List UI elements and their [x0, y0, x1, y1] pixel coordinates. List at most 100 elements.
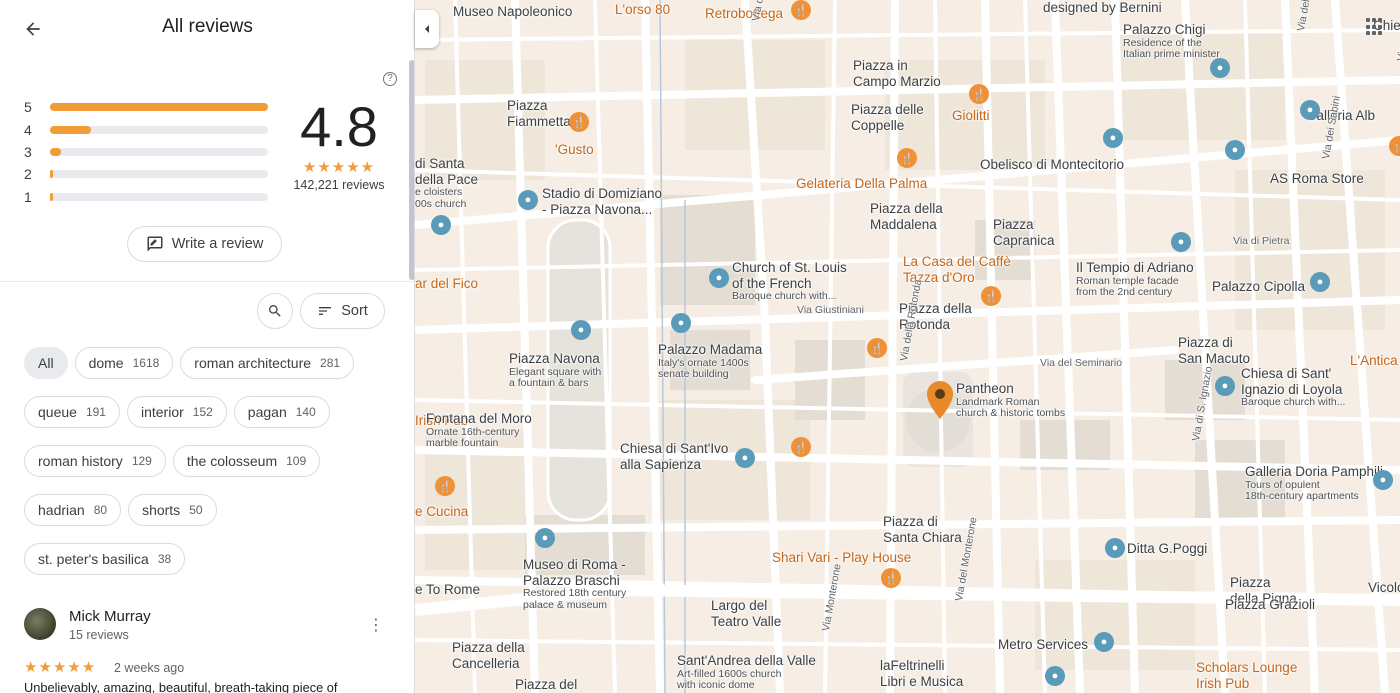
rating-row-3[interactable]: 3 [24, 141, 274, 163]
map-place-label[interactable]: ar del Fico [415, 276, 478, 292]
map-place-label[interactable]: Obelisco di Montecitorio [980, 157, 1124, 173]
restaurant-pin-icon[interactable]: 🍴 [881, 568, 901, 588]
map-place-label[interactable]: Church of St. Louis of the French Baroque … [732, 260, 847, 303]
topic-chip[interactable]: All [24, 347, 68, 379]
landmark-pin-icon[interactable]: ● [1094, 632, 1114, 652]
review-author[interactable]: Mick Murray [69, 608, 151, 625]
landmark-pin-icon[interactable]: ● [671, 313, 691, 333]
restaurant-pin-icon[interactable]: 🍴 [981, 286, 1001, 306]
apps-grid-icon[interactable] [1366, 18, 1384, 36]
more-options-icon[interactable]: ⋮ [366, 616, 386, 636]
map-place-label[interactable]: designed by Bernini [1043, 0, 1162, 16]
map-place-label[interactable]: Gelateria Della Palma [796, 176, 927, 192]
search-reviews-button[interactable] [257, 293, 293, 329]
landmark-pin-icon[interactable]: ● [518, 190, 538, 210]
restaurant-pin-icon[interactable]: 🍴 [969, 84, 989, 104]
map-place-label[interactable]: Piazza del [515, 677, 577, 693]
topic-chip[interactable]: pagan 140 [233, 396, 330, 428]
topic-chip[interactable]: st. peter's basilica 38 [24, 543, 186, 575]
map-place-label[interactable]: Shari Vari - Play House [772, 550, 911, 566]
map-place-label[interactable]: Palazzo Madama Italy's ornate 1400s senate… [658, 342, 762, 381]
map-place-label[interactable]: Palazzo Cipolla [1212, 279, 1305, 295]
landmark-pin-icon[interactable]: ● [1300, 100, 1320, 120]
map-place-label[interactable]: L'orso 80 [615, 2, 670, 18]
map-place-label[interactable]: Piazza della Maddalena [870, 201, 943, 232]
restaurant-pin-icon[interactable]: 🍴 [791, 437, 811, 457]
topic-chip[interactable]: hadrian 80 [24, 494, 122, 526]
map-place-label[interactable]: Largo del Teatro Valle [711, 598, 781, 629]
landmark-pin-icon[interactable]: ● [1373, 470, 1393, 490]
landmark-pin-icon[interactable]: ● [535, 528, 555, 548]
map-place-label[interactable]: Piazza Navona Elegant square with a founta… [509, 351, 601, 390]
map-place-label[interactable]: Retrobottega [705, 6, 783, 22]
write-review-button[interactable]: Write a review [127, 226, 282, 262]
map-place-label[interactable]: Via Giustiniani [797, 304, 864, 316]
landmark-pin-icon[interactable]: ● [431, 215, 451, 235]
landmark-pin-icon[interactable]: ● [1171, 232, 1191, 252]
map-place-label[interactable]: Giolitti [952, 108, 990, 124]
map-canvas[interactable]: Museo Napoleonico L'orso 80 Retrobottega de… [415, 0, 1400, 693]
rating-count[interactable]: 142,221 reviews [290, 178, 388, 192]
rating-row-5[interactable]: 5 [24, 96, 274, 118]
map-place-label[interactable]: Galleria Doria Pamphilj Tours of opulent 1… [1245, 464, 1383, 503]
map-place-label[interactable]: Scholars Lounge Irish Pub [1196, 660, 1297, 691]
map-place-label[interactable]: Il Tempio di Adriano Roman temple facade f… [1076, 260, 1194, 299]
landmark-pin-icon[interactable]: ● [735, 448, 755, 468]
map-place-label[interactable]: Pantheon Landmark Roman church & historic … [956, 381, 1065, 420]
sort-button[interactable]: Sort [300, 293, 385, 329]
map-place-label[interactable]: Stadio di Domiziano - Piazza Navona... [542, 186, 662, 217]
landmark-pin-icon[interactable]: ● [1215, 376, 1235, 396]
map-place-label[interactable]: e Cucina [415, 504, 468, 520]
landmark-pin-icon[interactable]: ● [1310, 272, 1330, 292]
topic-chip[interactable]: dome 1618 [74, 347, 174, 379]
map-place-label[interactable]: L'Antica [1350, 353, 1398, 369]
map-place-label[interactable]: Ditta G.Poggi [1127, 541, 1207, 557]
topic-chip[interactable]: roman history 129 [24, 445, 166, 477]
map-place-label[interactable]: Metro Services [998, 637, 1088, 653]
rating-row-2[interactable]: 2 [24, 163, 274, 185]
help-icon[interactable]: ? [383, 72, 397, 86]
map-place-label[interactable]: Piazza Grazioli [1225, 597, 1315, 613]
map-place-label[interactable]: 'Gusto [555, 142, 594, 158]
rating-row-1[interactable]: 1 [24, 186, 274, 208]
map-place-label[interactable]: Via del Seminario [1040, 357, 1122, 369]
map-place-label[interactable]: Sant'Andrea della Valle Art-filled 1600s … [677, 653, 816, 692]
restaurant-pin-icon[interactable]: 🍴 [569, 112, 589, 132]
landmark-pin-icon[interactable]: ● [571, 320, 591, 340]
map-place-label[interactable]: Piazza Capranica [993, 217, 1055, 248]
map-place-label[interactable]: Piazza di Santa Chiara [883, 514, 962, 545]
restaurant-pin-icon[interactable]: 🍴 [897, 148, 917, 168]
topic-chip[interactable]: queue 191 [24, 396, 120, 428]
restaurant-pin-icon[interactable]: 🍴 [867, 338, 887, 358]
map-place-label[interactable]: Museo di Roma - Palazzo Braschi Restored 1… [523, 557, 626, 611]
topic-chip[interactable]: the colosseum 109 [172, 445, 321, 477]
map-place-label[interactable]: Piazza di San Macuto [1178, 335, 1250, 366]
landmark-pin-icon[interactable]: ● [1103, 128, 1123, 148]
map-place-label[interactable]: Piazza Fiammetta [507, 98, 571, 129]
landmark-pin-icon[interactable]: ● [709, 268, 729, 288]
map-place-label[interactable]: Vicolo del [1368, 580, 1400, 596]
topic-chip[interactable]: interior 152 [126, 396, 227, 428]
map-place-label[interactable]: Piazza della Cancelleria [452, 640, 525, 671]
map-place-label[interactable]: e To Rome [415, 582, 480, 598]
collapse-panel-button[interactable] [415, 10, 439, 48]
map-place-label[interactable]: Piazza in Campo Marzio [853, 58, 941, 89]
rating-row-4[interactable]: 4 [24, 118, 274, 140]
topic-chip[interactable]: shorts 50 [128, 494, 217, 526]
landmark-pin-icon[interactable]: ● [1225, 140, 1245, 160]
restaurant-pin-icon[interactable]: 🍴 [791, 0, 811, 20]
map-place-label[interactable]: Chiesa di Sant'Ivo alla Sapienza [620, 441, 728, 472]
map-place-label[interactable]: Palazzo Chigi Residence of the Italian pri… [1123, 22, 1220, 61]
map-place-label[interactable]: Museo Napoleonico [453, 4, 572, 20]
map-place-label[interactable]: Via di Pietra [1233, 235, 1289, 247]
map-place-label[interactable]: Chiesa di Sant' Ignazio di Loyola Baroque … [1241, 366, 1345, 409]
map-place-label[interactable]: Fontana del Moro Ornate 16th-century marbl… [426, 411, 532, 450]
topic-chip[interactable]: roman architecture 281 [180, 347, 355, 379]
selected-place-pin-icon[interactable] [927, 381, 953, 419]
restaurant-pin-icon[interactable]: 🍴 [435, 476, 455, 496]
landmark-pin-icon[interactable]: ● [1210, 58, 1230, 78]
map-place-label[interactable]: AS Roma Store [1270, 171, 1364, 187]
landmark-pin-icon[interactable]: ● [1105, 538, 1125, 558]
map-place-label[interactable]: Piazza delle Coppelle [851, 102, 924, 133]
avatar[interactable] [24, 608, 56, 640]
